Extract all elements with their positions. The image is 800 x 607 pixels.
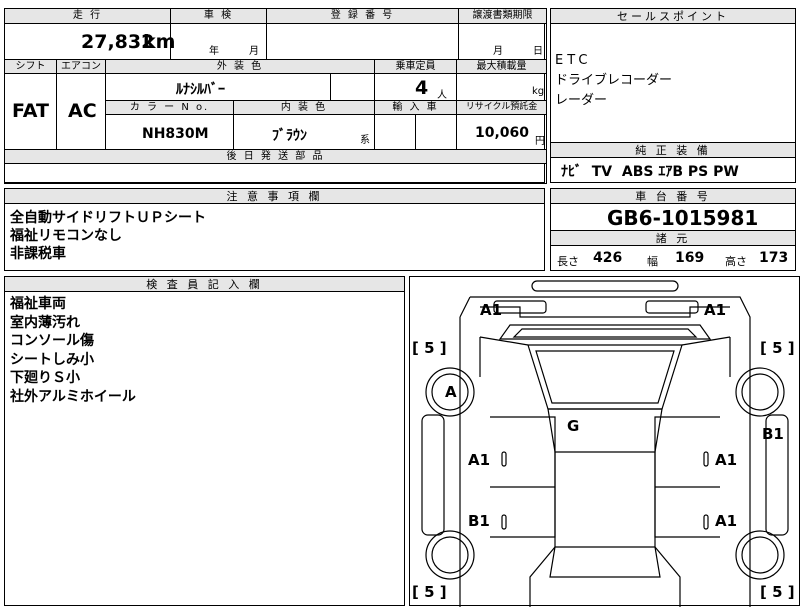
standard-equipment-label: 純 正 装 備 <box>551 143 795 158</box>
mark-tire-front-right: [ 5 ] <box>760 339 795 357</box>
mark-a1-front-left: A1 <box>480 301 503 319</box>
exterior-cell: ﾙﾅｼﾙﾊﾞｰ <box>105 73 331 101</box>
notes-box: 注 意 事 項 欄 全自動サイドリフトＵＰシート 福祉リモコンなし 非課税車 <box>4 188 545 271</box>
length-label: 長さ <box>557 255 579 268</box>
mark-wheel-a: A <box>445 383 457 401</box>
exterior-extra-cell <box>330 73 375 101</box>
length-value: 426 <box>593 250 623 266</box>
load-label: 最大積載量 <box>456 59 547 74</box>
chassis-box: 車 台 番 号 GB6-1015981 <box>550 188 796 231</box>
mark-tire-rear-right: [ 5 ] <box>760 583 795 601</box>
mark-a1-right-front-door: A1 <box>715 451 738 469</box>
later-parts-label: 後 日 発 送 部 品 <box>4 149 547 164</box>
inspector-box: 検 査 員 記 入 欄 福祉車両 室内薄汚れ コンソール傷 シートしみ小 下廻り… <box>4 276 405 606</box>
ac-label: エアコン <box>56 59 106 74</box>
vehicle-diagram: A1 A1 [ 5 ] [ 5 ] A G B1 A1 A1 B1 A1 [ 5… <box>409 276 800 607</box>
car-outline-icon <box>421 280 789 607</box>
inspection-label: 車 検 <box>170 8 267 24</box>
inspector-item: 室内薄汚れ <box>10 314 80 331</box>
selling-points-list: ETC ドライブレコーダー レーダー <box>555 51 672 111</box>
ac-value: AC <box>68 100 97 122</box>
chassis-value: GB6-1015981 <box>607 206 759 230</box>
capacity-unit: 人 <box>437 90 447 101</box>
transfer-cell: 月 日 <box>458 23 547 60</box>
mileage-label: 走 行 <box>4 8 171 24</box>
selling-points-label: セールスポイント <box>551 9 795 24</box>
specs-box: 諸 元 長さ 426 幅 169 高さ 173 <box>550 230 796 271</box>
interior-value: ﾌﾞﾗｳﾝ <box>272 128 307 144</box>
selling-points-box: セールスポイント ETC ドライブレコーダー レーダー <box>550 8 796 143</box>
mark-roof-g: G <box>567 417 580 435</box>
exterior-value: ﾙﾅｼﾙﾊﾞｰ <box>176 82 225 98</box>
mark-a1-left-front-door: A1 <box>468 451 491 469</box>
specs-label: 諸 元 <box>551 231 795 246</box>
notes-label: 注 意 事 項 欄 <box>5 189 544 204</box>
mark-a1-front-right: A1 <box>704 301 727 319</box>
note-item: 福祉リモコンなし <box>10 228 122 244</box>
height-label: 高さ <box>725 255 747 268</box>
import-cell-right <box>415 114 457 150</box>
shift-cell: FAT <box>4 73 57 150</box>
registration-cell <box>266 23 459 60</box>
recycle-cell: 10,060 円 <box>456 114 547 150</box>
inspection-cell: 年 月 <box>170 23 267 60</box>
mark-tire-front-left: [ 5 ] <box>412 339 447 357</box>
recycle-label: リサイクル預託金 <box>456 100 547 115</box>
later-parts-cell <box>4 163 547 184</box>
inspector-item: シートしみ小 <box>10 351 94 368</box>
recycle-unit: 円 <box>535 136 545 147</box>
load-unit: kg <box>532 86 545 97</box>
capacity-cell: 4 人 <box>374 73 457 101</box>
inspector-item: 福祉車両 <box>10 296 66 312</box>
color-no-value: NH830M <box>142 126 209 142</box>
mark-tire-rear-left: [ 5 ] <box>412 583 447 601</box>
inspector-item: 下廻りＳ小 <box>10 370 80 386</box>
selling-point-item: レーダー <box>555 93 608 108</box>
width-value: 169 <box>675 250 705 266</box>
color-no-cell: NH830M <box>105 114 234 150</box>
transfer-day: 日 <box>533 46 543 57</box>
notes-list: 全自動サイドリフトＵＰシート 福祉リモコンなし 非課税車 <box>10 209 206 263</box>
interior-label: 内 装 色 <box>233 100 375 115</box>
interior-cell: ﾌﾞﾗｳﾝ 系 <box>233 114 375 150</box>
mark-b1-right: B1 <box>762 425 784 443</box>
shift-label: シフト <box>4 59 57 74</box>
mark-a1-right-rear-door: A1 <box>715 512 738 530</box>
inspection-month: 月 <box>249 46 259 57</box>
ac-cell: AC <box>56 73 106 150</box>
inspection-year: 年 <box>209 46 219 57</box>
inspector-list: 福祉車両 室内薄汚れ コンソール傷 シートしみ小 下廻りＳ小 社外アルミホイール <box>10 295 136 406</box>
selling-point-item: ドライブレコーダー <box>555 73 673 88</box>
color-no-label: カ ラ ー N o. <box>105 100 234 115</box>
inspector-item: 社外アルミホイール <box>10 388 136 405</box>
spec-table: 走 行 車 検 登 録 番 号 譲渡書類期限 27,832 km 年 月 月 日… <box>4 8 547 184</box>
import-label: 輸 入 車 <box>374 100 457 115</box>
transfer-month: 月 <box>493 46 503 57</box>
inspector-label: 検 査 員 記 入 欄 <box>5 277 404 292</box>
standard-equipment-value: ﾅﾋﾞ TV ABS ｴｱB PS PW <box>561 164 739 180</box>
mileage-cell: 27,832 km <box>4 23 175 60</box>
note-item: 全自動サイドリフトＵＰシート <box>10 210 206 226</box>
shift-value: FAT <box>12 100 49 122</box>
import-cell-left <box>374 114 416 150</box>
interior-suffix: 系 <box>360 135 370 146</box>
selling-point-item: ETC <box>555 53 592 68</box>
standard-equipment-box: 純 正 装 備 ﾅﾋﾞ TV ABS ｴｱB PS PW <box>550 142 796 183</box>
recycle-value: 10,060 <box>475 125 530 141</box>
exterior-label: 外 装 色 <box>105 59 375 74</box>
capacity-label: 乗車定員 <box>374 59 457 74</box>
capacity-value: 4 <box>415 77 429 99</box>
registration-label: 登 録 番 号 <box>266 8 459 24</box>
mark-b1-left-rear-door: B1 <box>468 512 490 530</box>
chassis-label: 車 台 番 号 <box>551 189 795 204</box>
inspector-item: コンソール傷 <box>10 333 94 349</box>
height-value: 173 <box>759 250 789 266</box>
transfer-label: 譲渡書類期限 <box>458 8 547 24</box>
width-label: 幅 <box>647 255 658 268</box>
note-item: 非課税車 <box>10 246 66 262</box>
load-cell: kg <box>456 73 547 101</box>
